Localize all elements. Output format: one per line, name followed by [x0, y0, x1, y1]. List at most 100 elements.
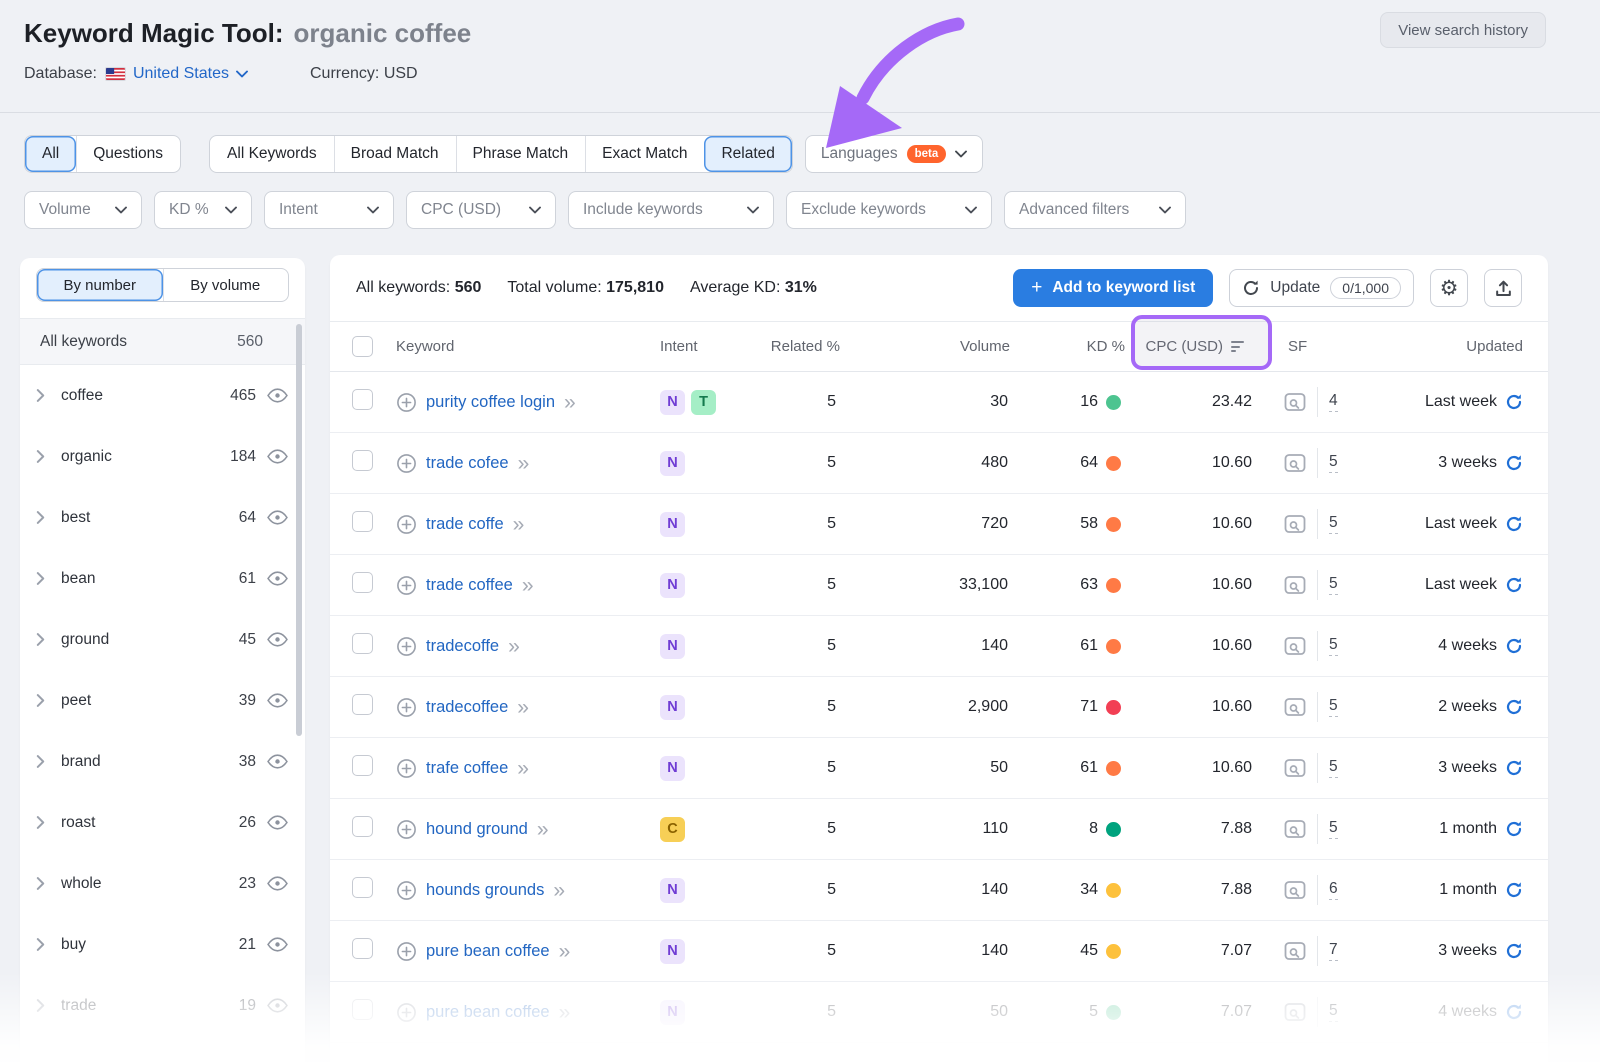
sf-value[interactable]: 5 [1329, 758, 1338, 778]
sf-value[interactable]: 5 [1329, 636, 1338, 656]
add-keyword-icon[interactable] [396, 880, 417, 901]
sidebar-item-ground[interactable]: ground 45 [20, 609, 305, 670]
refresh-keyword-icon[interactable] [1505, 393, 1523, 411]
tab-related[interactable]: Related [704, 136, 791, 172]
eye-icon[interactable] [267, 571, 288, 586]
expand-keyword-icon[interactable]: » [537, 819, 549, 840]
keyword-link[interactable]: tradecoffe [426, 637, 499, 656]
expand-keyword-icon[interactable]: » [513, 514, 525, 535]
tab-all-keywords[interactable]: All Keywords [210, 136, 334, 172]
refresh-keyword-icon[interactable] [1505, 881, 1523, 899]
sidebar-item-roast[interactable]: roast 26 [20, 792, 305, 853]
refresh-keyword-icon[interactable] [1505, 637, 1523, 655]
add-keyword-icon[interactable] [396, 636, 417, 657]
row-checkbox[interactable] [352, 633, 373, 654]
add-keyword-icon[interactable] [396, 758, 417, 779]
settings-button[interactable]: ⚙ [1430, 269, 1468, 307]
keyword-link[interactable]: purity coffee login [426, 393, 555, 412]
tab-questions[interactable]: Questions [76, 136, 180, 172]
row-checkbox[interactable] [352, 450, 373, 471]
tab-all[interactable]: All [25, 136, 76, 172]
column-header-related[interactable]: Related % [730, 338, 840, 355]
sf-value[interactable]: 5 [1329, 514, 1338, 534]
languages-dropdown[interactable]: Languages beta [805, 135, 983, 173]
chevron-right-icon[interactable] [36, 694, 45, 707]
add-keyword-icon[interactable] [396, 697, 417, 718]
sf-value[interactable]: 7 [1329, 941, 1338, 961]
sidebar-item-brand[interactable]: brand 38 [20, 731, 305, 792]
add-keyword-icon[interactable] [396, 941, 417, 962]
sf-value[interactable]: 5 [1329, 819, 1338, 839]
column-header-keyword[interactable]: Keyword [378, 338, 660, 355]
serp-preview-icon[interactable] [1284, 941, 1306, 961]
serp-preview-icon[interactable] [1284, 453, 1306, 473]
serp-preview-icon[interactable] [1284, 697, 1306, 717]
keyword-link[interactable]: pure bean coffee [426, 1003, 550, 1022]
serp-preview-icon[interactable] [1284, 758, 1306, 778]
refresh-keyword-icon[interactable] [1505, 942, 1523, 960]
chevron-right-icon[interactable] [36, 633, 45, 646]
keyword-link[interactable]: trade cofee [426, 454, 509, 473]
add-keyword-icon[interactable] [396, 392, 417, 413]
row-checkbox[interactable] [352, 877, 373, 898]
refresh-keyword-icon[interactable] [1505, 576, 1523, 594]
sidebar-scrollbar[interactable] [296, 324, 302, 736]
refresh-keyword-icon[interactable] [1505, 1003, 1523, 1021]
refresh-keyword-icon[interactable] [1505, 820, 1523, 838]
sidebar-toggle-by-number[interactable]: By number [37, 269, 163, 301]
serp-preview-icon[interactable] [1284, 880, 1306, 900]
chevron-right-icon[interactable] [36, 938, 45, 951]
sidebar-item-all-keywords[interactable]: All keywords 560 [20, 318, 305, 365]
expand-keyword-icon[interactable]: » [564, 392, 576, 413]
sidebar-item-peet[interactable]: peet 39 [20, 670, 305, 731]
expand-keyword-icon[interactable]: » [508, 636, 520, 657]
expand-keyword-icon[interactable]: » [517, 697, 529, 718]
row-checkbox[interactable] [352, 816, 373, 837]
eye-icon[interactable] [267, 388, 288, 403]
sf-value[interactable]: 6 [1329, 880, 1338, 900]
chevron-right-icon[interactable] [36, 816, 45, 829]
filter-volume[interactable]: Volume [24, 191, 142, 229]
row-checkbox[interactable] [352, 938, 373, 959]
row-checkbox[interactable] [352, 999, 373, 1020]
serp-preview-icon[interactable] [1284, 392, 1306, 412]
filter-kd[interactable]: KD % [154, 191, 252, 229]
eye-icon[interactable] [267, 937, 288, 952]
serp-preview-icon[interactable] [1284, 1002, 1306, 1022]
eye-icon[interactable] [267, 449, 288, 464]
chevron-right-icon[interactable] [36, 572, 45, 585]
select-all-checkbox[interactable] [352, 336, 373, 357]
eye-icon[interactable] [267, 632, 288, 647]
sf-value[interactable]: 5 [1329, 1002, 1338, 1022]
sf-value[interactable]: 5 [1329, 697, 1338, 717]
row-checkbox[interactable] [352, 694, 373, 715]
eye-icon[interactable] [267, 754, 288, 769]
column-header-cpc[interactable]: CPC (USD) [1125, 338, 1258, 355]
keyword-link[interactable]: tradecoffee [426, 698, 508, 717]
serp-preview-icon[interactable] [1284, 636, 1306, 656]
sidebar-item-coffee[interactable]: coffee 465 [20, 365, 305, 426]
expand-keyword-icon[interactable]: » [522, 575, 534, 596]
expand-keyword-icon[interactable]: » [518, 453, 530, 474]
row-checkbox[interactable] [352, 572, 373, 593]
chevron-right-icon[interactable] [36, 999, 45, 1012]
sidebar-toggle-by-volume[interactable]: By volume [163, 269, 289, 301]
chevron-right-icon[interactable] [36, 511, 45, 524]
keyword-link[interactable]: hound ground [426, 820, 528, 839]
chevron-right-icon[interactable] [36, 389, 45, 402]
serp-preview-icon[interactable] [1284, 514, 1306, 534]
eye-icon[interactable] [267, 876, 288, 891]
add-keyword-icon[interactable] [396, 819, 417, 840]
filter-intent[interactable]: Intent [264, 191, 394, 229]
add-keyword-icon[interactable] [396, 1002, 417, 1023]
tab-exact-match[interactable]: Exact Match [585, 136, 704, 172]
keyword-link[interactable]: trade coffe [426, 515, 504, 534]
eye-icon[interactable] [267, 815, 288, 830]
sidebar-item-bean[interactable]: bean 61 [20, 548, 305, 609]
sidebar-item-best[interactable]: best 64 [20, 487, 305, 548]
eye-icon[interactable] [267, 693, 288, 708]
keyword-link[interactable]: trafe coffee [426, 759, 508, 778]
export-button[interactable] [1484, 269, 1522, 307]
column-header-volume[interactable]: Volume [840, 338, 1010, 355]
refresh-keyword-icon[interactable] [1505, 759, 1523, 777]
